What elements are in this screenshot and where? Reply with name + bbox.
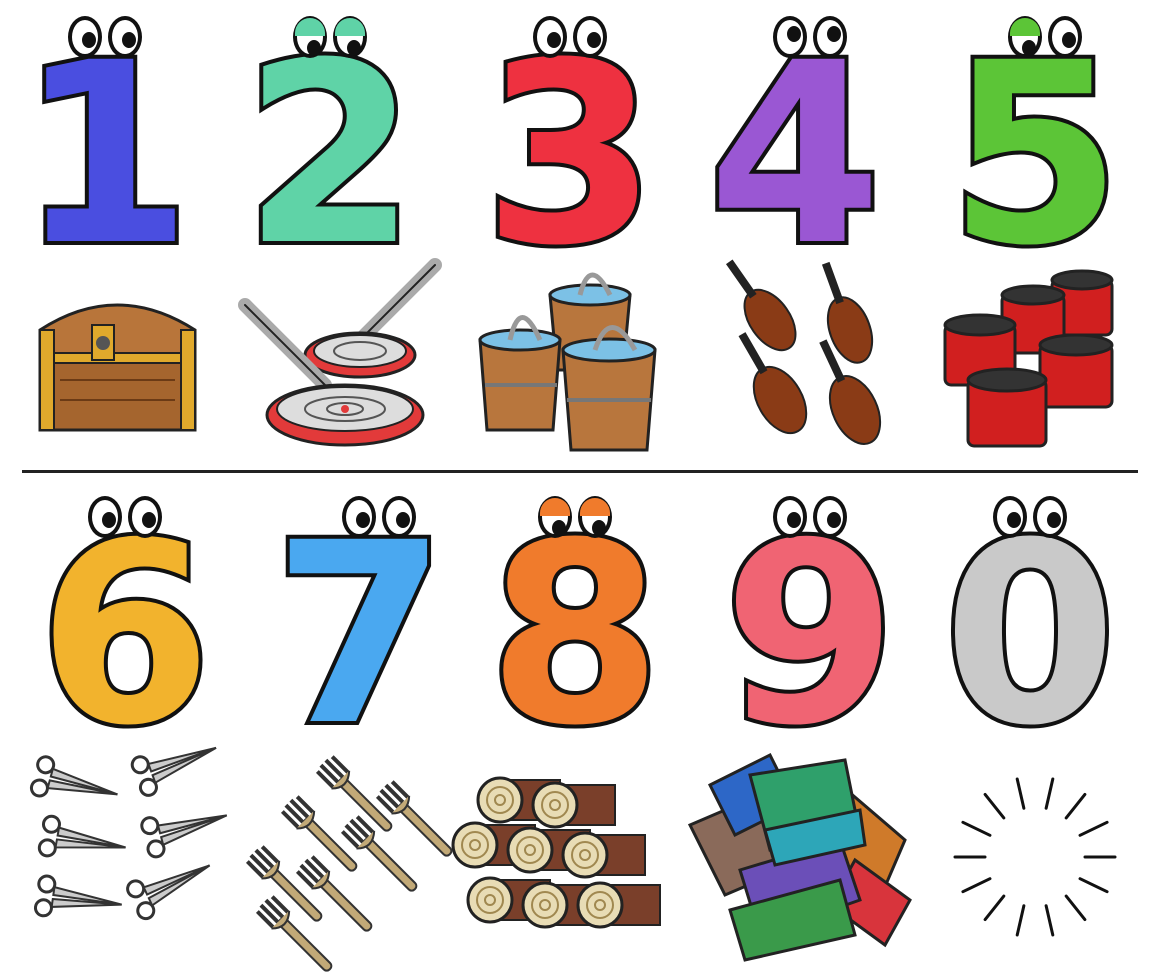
frying-pans-icon [235, 255, 445, 450]
burst-line [1015, 904, 1026, 937]
eyes-icon [68, 16, 142, 62]
log-item [561, 831, 646, 879]
eyes-icon [993, 496, 1067, 542]
eyes-icon [773, 496, 847, 542]
digit-eight: 8 [480, 490, 670, 764]
books-icon [680, 750, 920, 962]
digit-zero: 0 [935, 490, 1125, 764]
digit-four-glyph: 4 [704, 9, 886, 300]
fork-item [255, 895, 333, 972]
eyes-icon [88, 496, 162, 542]
scissor-item [33, 874, 122, 918]
log-item [531, 781, 616, 829]
burst-line [983, 792, 1006, 820]
burst-line [1078, 820, 1109, 837]
digit-three-glyph: 3 [479, 9, 661, 300]
digit-nine: 9 [715, 490, 905, 764]
scissors-icon [20, 735, 228, 960]
digit-six-glyph: 6 [34, 489, 216, 780]
digit-five-glyph: 5 [944, 9, 1126, 300]
burst-line [1015, 777, 1026, 810]
digit-four: 4 [700, 10, 890, 284]
digit-one-glyph: 1 [14, 9, 196, 300]
burst-line [1064, 792, 1087, 820]
logs-icon [450, 770, 661, 950]
treasure-chest-icon [30, 285, 205, 435]
digit-nine-glyph: 9 [719, 489, 901, 780]
digit-six: 6 [30, 490, 220, 764]
section-divider [22, 470, 1138, 473]
eyes-icon [533, 16, 607, 62]
eyes-icon [773, 16, 848, 62]
scissor-item [126, 864, 211, 921]
digit-five: 5 [940, 10, 1130, 284]
scissor-item [130, 746, 217, 797]
digit-seven: 7 [265, 490, 455, 764]
eyes-icon [293, 16, 367, 62]
scissor-item [29, 755, 118, 798]
digit-two: 2 [235, 10, 425, 284]
eyes-icon [342, 496, 416, 542]
empty-burst-icon [953, 775, 1117, 940]
burst-line [961, 820, 992, 837]
digit-two-glyph: 2 [239, 9, 421, 300]
digit-one: 1 [10, 10, 200, 284]
red-pots-icon [940, 265, 1130, 455]
burst-line [1078, 877, 1109, 894]
scissor-item [37, 814, 126, 858]
burst-line [1044, 777, 1055, 810]
scissor-item [140, 814, 228, 859]
digit-eight-glyph: 8 [484, 489, 666, 780]
fork-item [295, 855, 373, 932]
forks-icon [245, 750, 453, 972]
digit-three: 3 [475, 10, 665, 284]
violins-icon [720, 250, 900, 450]
eyes-icon [1007, 16, 1082, 62]
digit-seven-glyph: 7 [269, 489, 451, 780]
burst-line [983, 894, 1006, 922]
burst-line [1064, 894, 1087, 922]
digit-zero-glyph: 0 [939, 489, 1121, 780]
log-item [576, 881, 661, 929]
burst-line [961, 877, 992, 894]
burst-line [1044, 904, 1055, 937]
wooden-buckets-icon [475, 260, 665, 455]
counting-illustration: 1 2 3 4 5 6 7 8 9 0 [0, 0, 1161, 980]
eyes-icon [538, 496, 612, 542]
